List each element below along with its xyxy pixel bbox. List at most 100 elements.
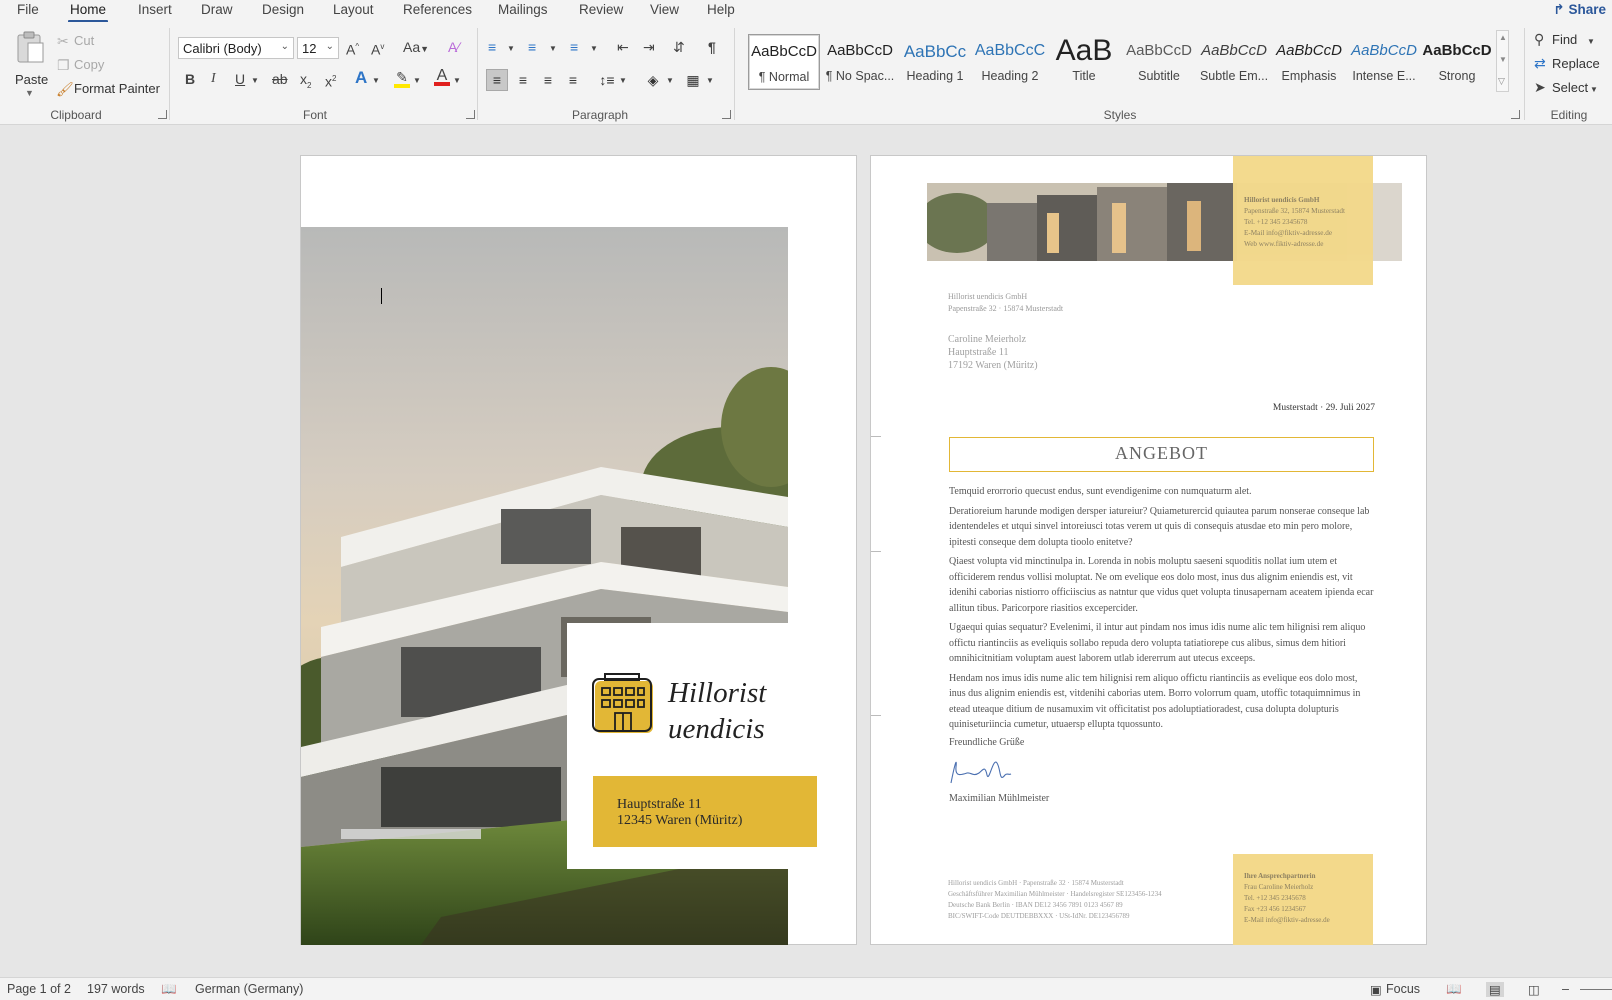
style-item[interactable]: AaBbCcC Heading 2: [974, 34, 1046, 90]
web-layout-icon[interactable]: ◫: [1528, 982, 1540, 997]
superscript-icon[interactable]: x2: [325, 71, 336, 90]
tab-mailings[interactable]: Mailings: [498, 2, 548, 17]
tab-view[interactable]: View: [650, 2, 679, 17]
zoom-out-icon[interactable]: –: [1562, 982, 1569, 996]
read-mode-icon[interactable]: 📖: [1446, 982, 1462, 997]
bold-icon[interactable]: B: [185, 71, 195, 87]
numbering-icon[interactable]: ≡: [528, 39, 536, 55]
clear-formatting-icon[interactable]: A∕: [448, 39, 460, 55]
document-page-1[interactable]: Hillorist uendicis Hauptstraße 11 12345 …: [300, 155, 857, 945]
pilcrow-icon[interactable]: ¶: [708, 39, 716, 55]
more-styles-icon[interactable]: ▽: [1498, 76, 1505, 87]
style-item[interactable]: AaBbCcD Subtle Em...: [1198, 34, 1270, 90]
word-count[interactable]: 197 words: [87, 982, 145, 996]
underline-icon[interactable]: U: [235, 71, 245, 87]
font-size-combo[interactable]: 12 ⌄: [297, 37, 339, 59]
grow-font-icon[interactable]: A^: [346, 39, 359, 58]
find-button[interactable]: Find: [1552, 32, 1577, 47]
style-name: Strong: [1438, 69, 1476, 83]
paste-button[interactable]: Paste ▼: [12, 28, 48, 98]
highlight-color-icon[interactable]: ✎: [394, 69, 410, 88]
style-item[interactable]: AaBbCcD Subtitle: [1123, 34, 1195, 90]
clipboard-launcher-icon[interactable]: [158, 110, 167, 119]
chevron-down-icon[interactable]: ▼: [619, 73, 627, 89]
proofing-icon[interactable]: 📖: [161, 982, 177, 997]
styles-scroll[interactable]: ▲ ▼ ▽: [1496, 30, 1509, 92]
share-icon: ↱: [1553, 2, 1565, 17]
paragraph-launcher-icon[interactable]: [722, 110, 731, 119]
multilevel-list-icon[interactable]: ≡: [570, 39, 578, 55]
chevron-down-icon[interactable]: ▼: [549, 41, 557, 57]
shading-icon[interactable]: ◈: [642, 69, 664, 91]
format-painter-button[interactable]: Format Painter: [74, 81, 160, 96]
style-preview: AaBbCcD: [1201, 42, 1267, 59]
text-effects-icon[interactable]: A: [355, 69, 367, 86]
chevron-down-icon[interactable]: ▼: [413, 73, 421, 89]
select-button[interactable]: Select: [1552, 80, 1588, 95]
subscript-icon[interactable]: x2: [300, 71, 311, 94]
ribbon-tab-bar: File Home Insert Draw Design Layout Refe…: [0, 0, 1612, 23]
style-preview: AaB: [1055, 34, 1113, 67]
focus-button[interactable]: Focus: [1386, 982, 1420, 996]
tab-file[interactable]: File: [17, 2, 39, 17]
borders-icon[interactable]: ▦: [682, 69, 704, 91]
style-name: ¶ Normal: [758, 70, 810, 84]
style-item[interactable]: AaBbCcD Strong: [1421, 34, 1493, 90]
chevron-down-icon[interactable]: ▼: [507, 41, 515, 57]
font-launcher-icon[interactable]: [466, 110, 475, 119]
document-page-2[interactable]: Hillorist uendicis GmbH Papenstraße 32, …: [870, 155, 1427, 945]
tab-home[interactable]: Home: [67, 2, 109, 23]
tab-layout[interactable]: Layout: [333, 2, 374, 17]
zoom-slider[interactable]: [1580, 989, 1612, 990]
strikethrough-icon[interactable]: ab: [272, 71, 288, 87]
bullets-icon[interactable]: ≡: [488, 39, 496, 55]
increase-indent-icon[interactable]: ⇥: [643, 39, 655, 55]
tab-design[interactable]: Design: [262, 2, 304, 17]
chevron-down-icon[interactable]: ▼: [453, 73, 461, 89]
line-spacing-icon[interactable]: ↕≡: [596, 69, 618, 91]
style-item[interactable]: AaBbCcD Intense E...: [1348, 34, 1420, 90]
tab-insert[interactable]: Insert: [138, 2, 172, 17]
shrink-font-icon[interactable]: Av: [371, 39, 384, 58]
tab-references[interactable]: References: [403, 2, 472, 17]
styles-launcher-icon[interactable]: [1511, 110, 1520, 119]
font-color-icon[interactable]: A: [434, 68, 450, 86]
align-left-icon[interactable]: ≡: [486, 69, 508, 91]
chevron-down-icon[interactable]: ▼: [1590, 82, 1598, 98]
justify-icon[interactable]: ≡: [562, 69, 584, 91]
sort-icon[interactable]: ⇵: [673, 39, 685, 55]
align-center-icon[interactable]: ≡: [512, 69, 534, 91]
chevron-down-icon[interactable]: ▼: [251, 73, 259, 89]
chevron-down-icon[interactable]: ▼: [372, 73, 380, 89]
style-item[interactable]: AaB Title: [1048, 34, 1120, 90]
style-item[interactable]: AaBbCcD ¶ Normal: [748, 34, 820, 90]
align-right-icon[interactable]: ≡: [537, 69, 559, 91]
chevron-down-icon[interactable]: ▼: [1587, 34, 1595, 50]
font-group-label: Font: [302, 108, 327, 122]
italic-icon[interactable]: I: [211, 71, 216, 87]
styles-group-label: Styles: [1103, 108, 1137, 122]
share-button[interactable]: ↱ Share: [1553, 2, 1606, 18]
language-indicator[interactable]: German (Germany): [195, 982, 303, 996]
tab-review[interactable]: Review: [579, 2, 623, 17]
chevron-down-icon[interactable]: ▼: [1499, 55, 1507, 64]
page-indicator[interactable]: Page 1 of 2: [7, 982, 71, 996]
style-preview: AaBbCcD: [1351, 42, 1417, 59]
tab-draw[interactable]: Draw: [201, 2, 233, 17]
tab-help[interactable]: Help: [707, 2, 735, 17]
print-layout-icon[interactable]: ▤: [1486, 982, 1504, 997]
style-item[interactable]: AaBbCcD Emphasis: [1273, 34, 1345, 90]
chevron-down-icon[interactable]: ▼: [590, 41, 598, 57]
copy-button[interactable]: Copy: [74, 57, 104, 72]
replace-button[interactable]: Replace: [1552, 56, 1600, 71]
cut-button[interactable]: Cut: [74, 33, 94, 48]
chevron-down-icon[interactable]: ▼: [666, 73, 674, 89]
style-item[interactable]: AaBbCcD ¶ No Spac...: [824, 34, 896, 90]
font-name-combo[interactable]: Calibri (Body) ⌄: [178, 37, 294, 59]
decrease-indent-icon[interactable]: ⇤: [617, 39, 629, 55]
style-item[interactable]: AaBbCc Heading 1: [899, 34, 971, 90]
sender-line1: Hillorist uendicis GmbH: [948, 292, 1028, 301]
chevron-down-icon[interactable]: ▼: [706, 73, 714, 89]
change-case-icon[interactable]: Aa▼: [403, 39, 429, 57]
chevron-up-icon[interactable]: ▲: [1499, 33, 1507, 42]
